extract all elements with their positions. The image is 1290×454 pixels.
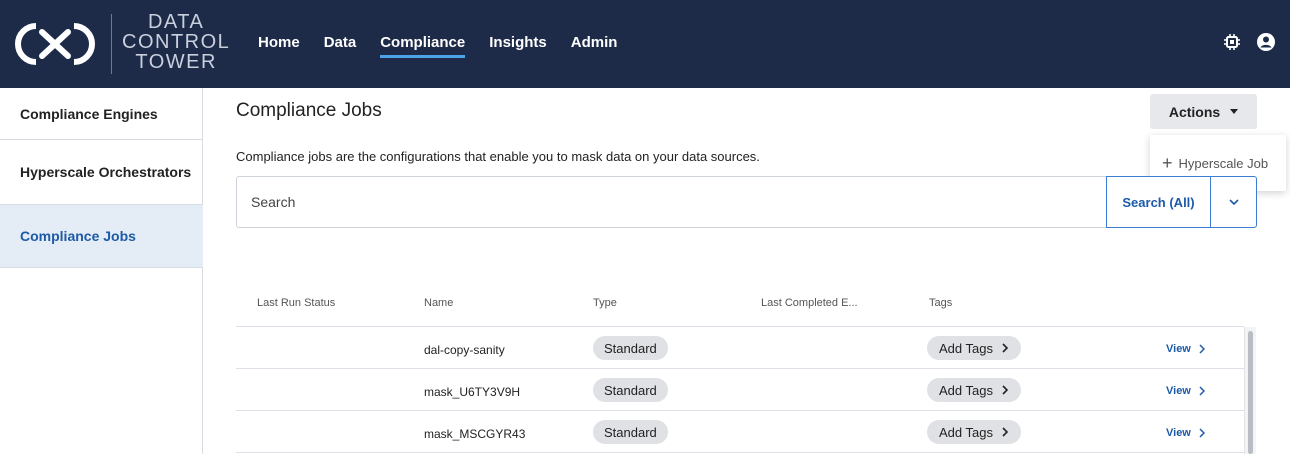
type-badge: Standard <box>593 420 668 444</box>
actions-label: Actions <box>1168 103 1221 120</box>
view-link[interactable]: View <box>1166 343 1205 355</box>
type-badge: Standard <box>593 336 668 360</box>
nav-home[interactable]: Home <box>258 34 300 51</box>
chevron-right-icon <box>1002 343 1009 353</box>
chevron-right-icon <box>1002 385 1009 395</box>
column-header-type[interactable]: Type <box>593 297 617 309</box>
top-icons <box>1222 32 1276 52</box>
caret-down-icon <box>1230 109 1239 114</box>
chevron-right-icon <box>1002 427 1009 437</box>
job-name: mask_U6TY3V9H <box>424 385 521 399</box>
settings-chip-icon[interactable] <box>1222 32 1242 52</box>
add-tags-label: Add Tags <box>939 424 993 440</box>
plus-icon: + <box>1162 152 1173 173</box>
table-scrollbar[interactable] <box>1244 327 1256 454</box>
brand-line-2: CONTROL <box>122 31 231 53</box>
add-tags-label: Add Tags <box>939 340 993 356</box>
search-input[interactable]: Search <box>236 176 1106 228</box>
logo-divider <box>111 14 112 74</box>
nav-insights[interactable]: Insights <box>489 34 547 51</box>
page-description: Compliance jobs are the configurations t… <box>236 149 760 164</box>
top-bar: DATA CONTROL TOWER Home Data Compliance … <box>0 0 1290 88</box>
table-row: mask_U6TY3V9H Standard Add Tags View <box>236 369 1244 411</box>
brand-wordmark: DATA CONTROL TOWER <box>122 12 230 72</box>
view-label: View <box>1166 385 1191 397</box>
brand-line-3: TOWER <box>135 51 217 73</box>
chevron-down-icon <box>1228 199 1239 206</box>
add-tags-button[interactable]: Add Tags <box>927 336 1021 360</box>
add-tags-label: Add Tags <box>939 382 993 398</box>
chevron-right-icon <box>1199 386 1205 396</box>
type-badge: Standard <box>593 378 668 402</box>
nav-compliance[interactable]: Compliance <box>380 34 466 58</box>
job-name: dal-copy-sanity <box>424 343 505 357</box>
actions-button[interactable]: Actions <box>1150 94 1257 129</box>
menu-item-hyperscale-job[interactable]: Hyperscale Job <box>1179 156 1269 171</box>
sidebar-item-hyperscale-orchestrators[interactable]: Hyperscale Orchestrators <box>0 140 203 205</box>
nav-admin[interactable]: Admin <box>571 34 618 51</box>
view-link[interactable]: View <box>1166 385 1205 397</box>
scrollbar-thumb[interactable] <box>1248 331 1253 454</box>
column-header-tags[interactable]: Tags <box>929 297 952 309</box>
column-header-last-run-status[interactable]: Last Run Status <box>257 297 335 309</box>
sidebar-item-compliance-engines[interactable]: Compliance Engines <box>0 88 203 140</box>
user-account-icon[interactable] <box>1256 32 1276 52</box>
column-header-last-completed[interactable]: Last Completed E... <box>761 297 858 309</box>
table-row: mask_MSCGYR43 Standard Add Tags View <box>236 411 1244 453</box>
page-title: Compliance Jobs <box>236 100 382 121</box>
table-row: dal-copy-sanity Standard Add Tags View <box>236 327 1244 369</box>
view-label: View <box>1166 427 1191 439</box>
search-all-button[interactable]: Search (All) <box>1106 176 1211 228</box>
column-header-name[interactable]: Name <box>424 297 453 309</box>
add-tags-button[interactable]: Add Tags <box>927 378 1021 402</box>
sidebar-item-compliance-jobs[interactable]: Compliance Jobs <box>0 205 203 268</box>
cx-logo-icon[interactable] <box>14 14 96 74</box>
add-tags-button[interactable]: Add Tags <box>927 420 1021 444</box>
chevron-right-icon <box>1199 428 1205 438</box>
view-link[interactable]: View <box>1166 427 1205 439</box>
main-nav: Home Data Compliance Insights Admin <box>258 34 641 58</box>
sidebar: Compliance Engines Hyperscale Orchestrat… <box>0 88 203 454</box>
view-label: View <box>1166 343 1191 355</box>
brand-line-1: DATA <box>147 11 205 33</box>
nav-data[interactable]: Data <box>324 34 357 51</box>
chevron-right-icon <box>1199 344 1205 354</box>
search-scope-dropdown[interactable] <box>1210 176 1257 228</box>
job-name: mask_MSCGYR43 <box>424 427 526 441</box>
